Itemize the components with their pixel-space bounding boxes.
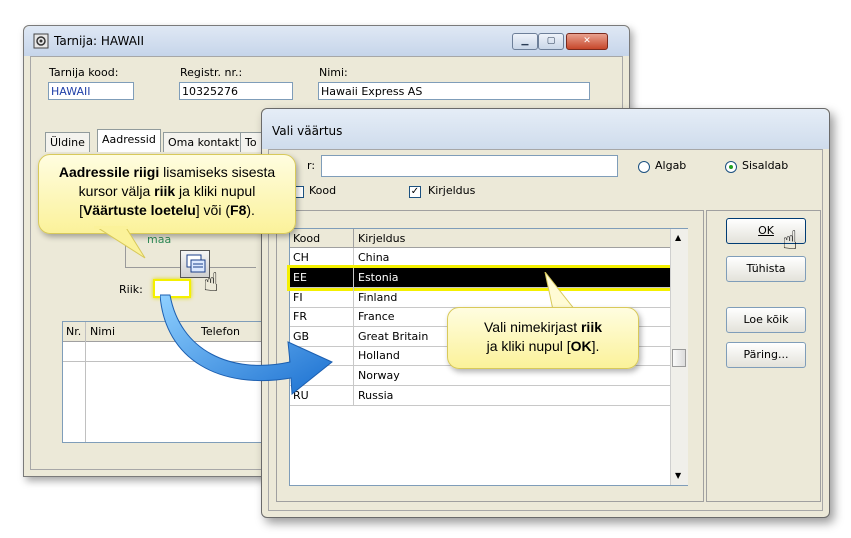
callout-right-pointer xyxy=(544,272,577,311)
cancel-button[interactable]: Tühista xyxy=(726,256,806,282)
instruction-callout-right: Vali nimekirjast riik ja kliki nupul [OK… xyxy=(447,307,639,369)
contacts-col-nimi: Nimi xyxy=(90,325,116,338)
tab-uldine[interactable]: Üldine xyxy=(45,132,90,152)
cell-kirjeldus: Finland xyxy=(358,291,398,304)
pointer-hand-icon: ☝ xyxy=(782,226,798,256)
callout-left-line2: kursor välja riik ja kliki nupul xyxy=(39,182,295,201)
cell-kirjeldus: Estonia xyxy=(358,271,399,284)
riik-label: Riik: xyxy=(119,283,143,296)
reg-number-field[interactable]: 10325276 xyxy=(179,82,293,100)
tab-partial[interactable]: To xyxy=(240,132,262,152)
callout-right-line1: Vali nimekirjast riik xyxy=(448,318,638,337)
filter-label: r: xyxy=(307,159,316,172)
table-row[interactable]: RU Russia xyxy=(290,386,670,406)
supplier-code-label: Tarnija kood: xyxy=(49,66,119,79)
cell-divider xyxy=(353,248,354,267)
cell-kood: EE xyxy=(293,271,307,284)
callout-right-text: Vali nimekirjast riik ja kliki nupul [OK… xyxy=(448,308,638,356)
cell-kirjeldus: Russia xyxy=(358,389,394,402)
radio-algab-label: Algab xyxy=(655,159,687,172)
app-icon xyxy=(33,33,49,49)
callout-left-text3b: ] või ( xyxy=(195,202,231,218)
close-button[interactable]: ✕ xyxy=(566,33,608,50)
grid-col-kirjeldus: Kirjeldus xyxy=(358,232,406,245)
radio-sisaldab[interactable] xyxy=(725,161,737,173)
kood-checkbox-label: Kood xyxy=(309,184,337,197)
cell-kood: CH xyxy=(293,251,309,264)
cell-kirjeldus: Norway xyxy=(358,369,400,382)
cell-kirjeldus: Holland xyxy=(358,349,400,362)
supplier-window-title: Tarnija: HAWAII xyxy=(54,34,144,48)
callout-left-text2a: kursor välja xyxy=(78,183,155,199)
cell-kirjeldus: China xyxy=(358,251,390,264)
tab-aadressid[interactable]: Aadressid xyxy=(97,129,161,152)
cell-kirjeldus: Great Britain xyxy=(358,330,429,343)
filter-input[interactable] xyxy=(321,155,618,177)
callout-left-line1: Aadressile riigi lisamiseks sisesta xyxy=(39,163,295,182)
grid-col-kood: Kood xyxy=(293,232,321,245)
minimize-button[interactable]: ▁ xyxy=(512,33,538,50)
scroll-down-icon[interactable]: ▼ xyxy=(675,471,681,480)
radio-algab[interactable] xyxy=(638,161,650,173)
supplier-window-titlebar: Tarnija: HAWAII ▁ ▢ ✕ xyxy=(24,26,629,56)
value-picker-title: Vali väärtus xyxy=(272,124,343,138)
cell-divider xyxy=(353,268,354,287)
contacts-col-nr: Nr. xyxy=(66,325,82,338)
vertical-scrollbar[interactable]: ▲ ▼ xyxy=(670,229,688,485)
grid-header: Kood Kirjeldus xyxy=(290,229,670,248)
callout-left-pointer xyxy=(94,226,146,259)
cell-kirjeldus: France xyxy=(358,310,395,323)
callout-right-bold1: riik xyxy=(580,319,602,335)
reg-number-label: Registr. nr.: xyxy=(180,66,243,79)
table-row[interactable]: FI Finland xyxy=(290,288,670,308)
cell-divider xyxy=(353,307,354,326)
supplier-code-field[interactable]: HAWAII xyxy=(48,82,134,100)
grid-header-divider xyxy=(353,229,354,247)
scroll-thumb[interactable] xyxy=(672,349,686,367)
callout-left-text2b: ja kliki nupul xyxy=(175,183,256,199)
table-row-selected[interactable]: EE Estonia xyxy=(287,265,673,291)
kirjeldus-checkbox-label: Kirjeldus xyxy=(428,184,476,197)
callout-left-text3c: ). xyxy=(246,202,255,218)
cell-divider xyxy=(353,366,354,385)
callout-right-text2b: ]. xyxy=(591,338,600,354)
cell-divider xyxy=(353,327,354,346)
kirjeldus-checkbox[interactable]: ✓ xyxy=(409,186,421,198)
callout-left-text: Aadressile riigi lisamiseks sisesta kurs… xyxy=(39,155,295,220)
maximize-button[interactable]: ▢ xyxy=(538,33,564,50)
callout-right-line2: ja kliki nupul [OK]. xyxy=(448,337,638,356)
callout-right-bold2: OK xyxy=(570,338,592,354)
callout-left-text1: lisamiseks sisesta xyxy=(159,164,276,180)
value-picker-titlebar: Vali väärtus xyxy=(262,109,829,149)
callout-left-bold1: Aadressile riigi xyxy=(58,164,160,180)
column-divider xyxy=(85,322,86,442)
name-label: Nimi: xyxy=(319,66,348,79)
cell-divider xyxy=(353,386,354,405)
callout-right-text2a: ja kliki nupul [ xyxy=(486,338,571,354)
callout-left-bold3: Väärtuste loetelu xyxy=(82,202,196,218)
callout-right-text1: Vali nimekirjast xyxy=(483,319,581,335)
scroll-up-icon[interactable]: ▲ xyxy=(675,233,681,242)
load-all-button[interactable]: Loe kõik xyxy=(726,307,806,333)
cell-divider xyxy=(353,346,354,365)
tab-oma-kontakt[interactable]: Oma kontakt xyxy=(163,132,245,152)
flow-arrow-icon xyxy=(160,294,333,395)
cell-divider xyxy=(353,288,354,307)
callout-left-line3: [Väärtuste loetelu] või (F8). xyxy=(39,201,295,220)
name-field[interactable]: Hawaii Express AS xyxy=(318,82,590,100)
radio-sisaldab-label: Sisaldab xyxy=(742,159,789,172)
instruction-callout-left: Aadressile riigi lisamiseks sisesta kurs… xyxy=(38,154,296,234)
callout-left-bold4: F8 xyxy=(230,202,247,218)
query-button[interactable]: Päring... xyxy=(726,342,806,368)
table-row[interactable]: CH China xyxy=(290,248,670,268)
callout-left-bold2: riik xyxy=(154,183,176,199)
